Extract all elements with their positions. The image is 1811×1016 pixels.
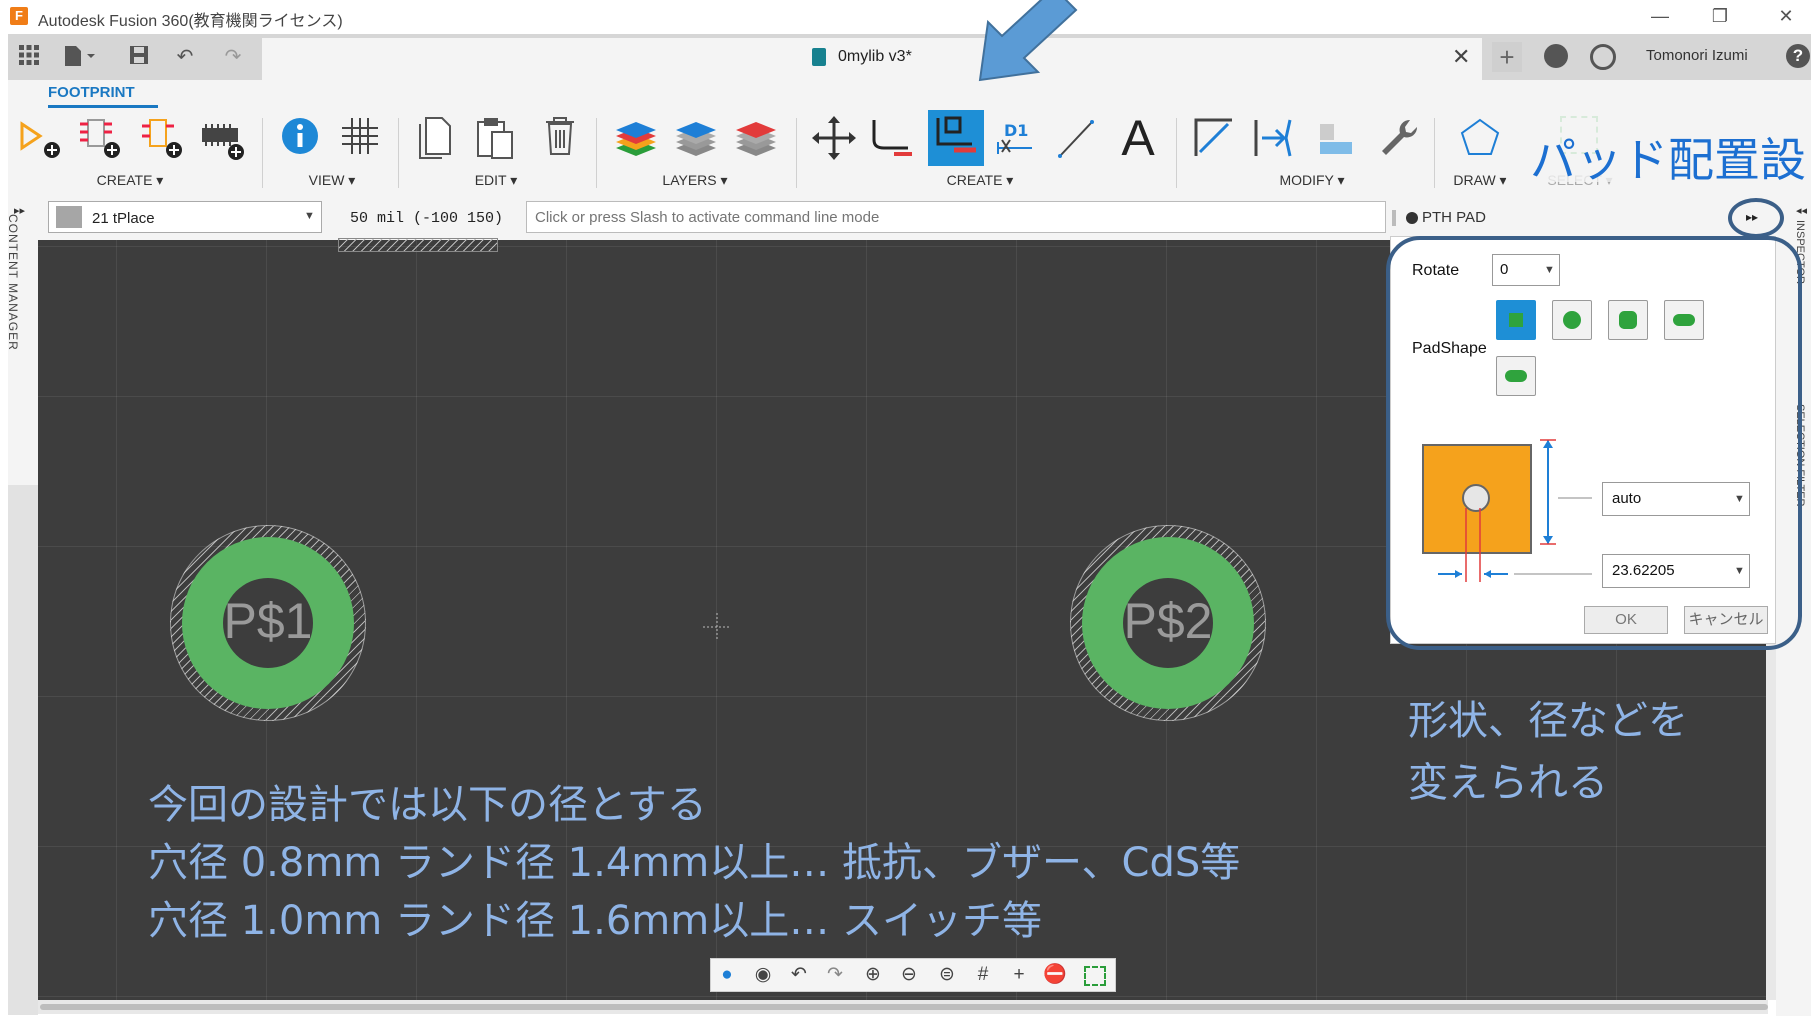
add-symbol-icon[interactable] <box>138 114 186 162</box>
panel-highlight-outline <box>1386 236 1802 650</box>
tab-footprint[interactable]: FOOTPRINT <box>48 84 135 101</box>
design-note-line3: 穴径 1.0mm ランド径 1.6mm以上… スイッチ等 <box>148 898 1042 944</box>
command-line-input[interactable] <box>526 201 1386 233</box>
miter-icon[interactable] <box>1190 114 1238 162</box>
pth-pad-status-icon <box>1406 212 1418 224</box>
move-icon[interactable] <box>810 114 858 162</box>
user-account-name[interactable]: Tomonori Izumi <box>1646 47 1748 64</box>
eye-visibility-icon[interactable]: ◉ <box>750 964 776 986</box>
wrench-icon[interactable] <box>1374 114 1422 162</box>
left-panel-background <box>8 485 38 1015</box>
pad-p1-label: P$1 <box>223 593 313 649</box>
window-title: Autodesk Fusion 360(教育機関ライセンス) <box>38 13 343 30</box>
zoom-out-icon[interactable]: ⊖ <box>896 964 922 986</box>
fusion-app-icon: F <box>10 7 28 25</box>
svg-text:D1: D1 <box>1004 121 1028 140</box>
layer-display-icon[interactable] <box>732 114 780 162</box>
info-icon[interactable] <box>276 114 324 162</box>
toolbar-separator <box>796 118 797 188</box>
layer-dropdown-value: 21 tPlace <box>92 210 155 227</box>
grid-icon[interactable] <box>336 114 384 162</box>
zoom-in-icon[interactable]: ⊕ <box>860 964 886 986</box>
copy-icon[interactable] <box>414 114 462 162</box>
add-package-icon[interactable] <box>198 114 246 162</box>
redo-nav-icon[interactable]: ↷ <box>822 964 848 986</box>
layer-settings-icon[interactable] <box>612 114 660 162</box>
content-manager-label[interactable]: CONTENT MANAGER <box>6 214 20 351</box>
create2-group-label[interactable]: CREATE ▾ <box>930 172 1030 189</box>
polygon-icon[interactable] <box>1456 114 1504 162</box>
modify-group-label[interactable]: MODIFY ▾ <box>1262 172 1362 189</box>
zoom-fit-icon[interactable]: ⊜ <box>934 964 960 986</box>
help-icon[interactable]: ? <box>1786 44 1810 68</box>
split-icon[interactable] <box>1250 114 1298 162</box>
collapse-right-icon[interactable]: ◂◂ <box>1796 204 1807 217</box>
design-note-line1: 今回の設計では以下の径とする <box>148 782 707 828</box>
layer-visibility-icon[interactable] <box>672 114 720 162</box>
align-icon[interactable] <box>1312 114 1360 162</box>
layer-color-swatch <box>56 206 82 228</box>
horizontal-scrollbar-thumb[interactable] <box>40 1004 1768 1010</box>
shape-note-line2: 変えられる <box>1408 760 1608 806</box>
edit-group-label[interactable]: EDIT ▾ <box>446 172 546 189</box>
layers-group-label[interactable]: LAYERS ▾ <box>640 172 750 189</box>
new-tab-plus-icon[interactable]: + <box>1492 42 1522 72</box>
paste-icon[interactable] <box>472 114 520 162</box>
panel-grip-icon[interactable] <box>1392 210 1396 226</box>
view-group-label[interactable]: VIEW ▾ <box>282 172 382 189</box>
design-note-line2: 穴径 0.8mm ランド径 1.4mm以上… 抵抗、ブザー、CdS等 <box>148 840 1241 886</box>
info-nav-icon[interactable]: ● <box>714 964 740 986</box>
restore-button[interactable]: ❐ <box>1700 3 1740 29</box>
toolbar-separator <box>398 118 399 188</box>
delete-trash-icon[interactable] <box>536 114 584 162</box>
add-cross-icon[interactable]: + <box>1006 964 1032 986</box>
window-select-icon[interactable] <box>1084 966 1106 986</box>
minimize-button[interactable]: — <box>1640 3 1680 29</box>
file-menu-icon[interactable] <box>62 44 95 70</box>
document-title: 0mylib v3* <box>838 48 912 65</box>
redo-icon[interactable]: ↷ <box>220 44 246 70</box>
active-tab-indicator <box>48 105 158 108</box>
grid-coordinate-readout: 50 mil (-100 150) <box>350 210 504 227</box>
add-component-icon[interactable] <box>16 114 64 162</box>
toolbar-separator <box>1434 118 1435 188</box>
stop-command-icon[interactable]: ⛔ <box>1042 964 1068 986</box>
overlay-title: パッド配置設 <box>1530 133 1806 187</box>
apps-grid-icon[interactable] <box>16 44 42 70</box>
collapse-button-highlight <box>1728 198 1784 238</box>
add-footprint-icon[interactable] <box>76 114 124 162</box>
close-window-button[interactable]: ✕ <box>1766 3 1806 29</box>
layer-dropdown[interactable] <box>48 201 322 233</box>
grid-toggle-icon[interactable]: # <box>970 964 996 986</box>
pth-pad-title: PTH PAD <box>1422 209 1486 226</box>
silkscreen-hatch-outline <box>338 238 498 252</box>
save-icon[interactable] <box>126 44 152 70</box>
create-group-label[interactable]: CREATE ▾ <box>78 172 182 189</box>
close-tab-button[interactable]: ✕ <box>1452 44 1470 70</box>
toolbar-separator <box>1176 118 1177 188</box>
origin-crosshair-icon <box>703 613 731 641</box>
toolbar-separator <box>262 118 263 188</box>
toolbar-separator <box>596 118 597 188</box>
shape-note-line1: 形状、径などを <box>1408 698 1688 744</box>
pointer-arrow-icon <box>966 0 1086 123</box>
dropdown-caret-icon: ▼ <box>304 210 315 222</box>
job-status-clock-icon[interactable] <box>1590 44 1616 70</box>
pad-p2-label: P$2 <box>1123 593 1213 649</box>
extensions-icon[interactable] <box>1544 44 1568 68</box>
text-tool-icon[interactable]: A <box>1114 113 1162 163</box>
undo-icon[interactable]: ↶ <box>172 44 198 70</box>
library-doc-icon <box>812 48 826 66</box>
undo-nav-icon[interactable]: ↶ <box>786 964 812 986</box>
wire-icon[interactable] <box>868 114 916 162</box>
